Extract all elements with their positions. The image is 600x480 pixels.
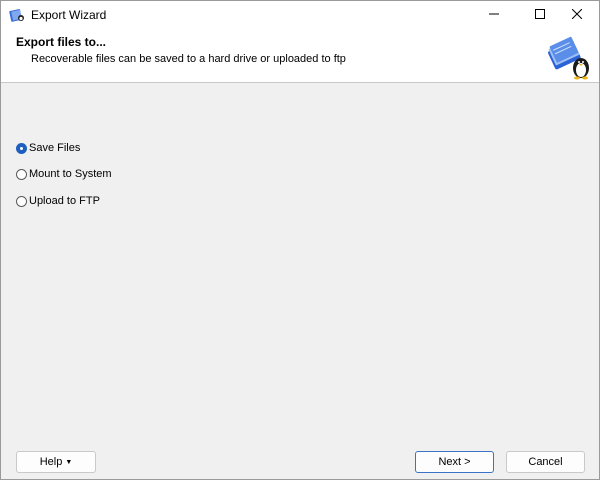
header-subtitle: Recoverable files can be saved to a hard… — [31, 53, 346, 65]
minimize-button[interactable] — [471, 1, 517, 28]
maximize-icon — [535, 8, 545, 22]
next-button[interactable]: Next > — [415, 451, 494, 473]
caret-down-icon: ▼ — [65, 458, 73, 466]
export-wizard-window: Export Wizard Export files to... Recover… — [0, 0, 600, 480]
option-label: Save Files — [29, 142, 81, 154]
minimize-icon — [489, 8, 499, 22]
help-button-label: Help — [39, 456, 63, 468]
export-wizard-icon — [9, 7, 25, 23]
wizard-header: Export files to... Recoverable files can… — [1, 28, 599, 83]
title-bar[interactable]: Export Wizard — [1, 1, 599, 28]
upload-to-ftp-radio[interactable] — [16, 195, 27, 207]
save-files-radio[interactable] — [16, 142, 27, 154]
option-mount-to-system[interactable]: Mount to System — [16, 167, 176, 181]
cancel-button-label: Cancel — [528, 456, 563, 468]
option-label: Upload to FTP — [29, 195, 100, 207]
next-button-label: Next > — [438, 456, 471, 468]
close-icon — [571, 8, 583, 22]
option-upload-to-ftp[interactable]: Upload to FTP — [16, 194, 176, 208]
mount-to-system-radio[interactable] — [16, 168, 27, 180]
window-title: Export Wizard — [31, 8, 107, 22]
option-save-files[interactable]: Save Files — [16, 141, 176, 155]
help-button[interactable]: Help ▼ — [16, 451, 96, 473]
option-label: Mount to System — [29, 168, 112, 180]
close-button[interactable] — [554, 1, 600, 28]
book-with-penguin-icon — [545, 32, 593, 80]
header-title: Export files to... — [16, 35, 107, 49]
cancel-button[interactable]: Cancel — [506, 451, 585, 473]
